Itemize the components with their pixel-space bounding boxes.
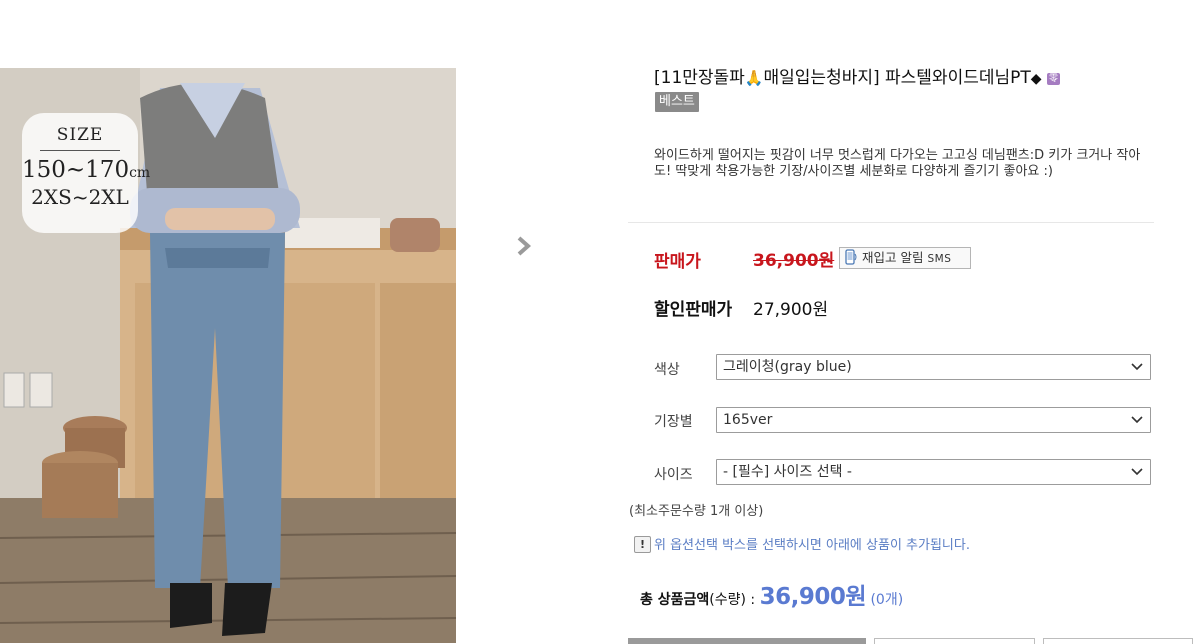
length-select[interactable]: 165ver xyxy=(716,407,1151,433)
size-select-value: - [필수] 사이즈 선택 - xyxy=(723,464,852,480)
phone-icon xyxy=(845,249,857,265)
chevron-down-icon xyxy=(1131,363,1143,371)
size-select[interactable]: - [필수] 사이즈 선택 - xyxy=(716,459,1151,485)
total-label: 총 상품금액 xyxy=(640,592,710,608)
length-select-value: 165ver xyxy=(723,412,773,428)
total-amount: 36,900원 xyxy=(759,584,867,610)
zero-tag-icon: 零 xyxy=(1046,73,1060,85)
size-badge-range-unit: cm xyxy=(129,165,151,181)
product-title-part2: 매일입는청바지] 파스텔와이드데님PT xyxy=(763,68,1031,88)
sale-price-label: 할인판매가 xyxy=(654,300,733,320)
size-badge-range: 150~170cm xyxy=(22,157,150,183)
color-option-label: 색상 xyxy=(654,362,680,378)
total-count: (0개) xyxy=(870,592,904,608)
min-order-text: (최소주문수량 1개 이상) xyxy=(629,504,764,519)
original-price: 36,900원 xyxy=(753,251,835,271)
restock-alert-button[interactable]: 재입고 알림 SMS xyxy=(839,247,971,269)
size-badge-divider xyxy=(40,150,120,151)
warning-icon: ! xyxy=(634,536,651,553)
option-notice-text: 위 옵션선택 박스를 선택하시면 아래에 상품이 추가됩니다. xyxy=(654,538,970,553)
wishlist-button[interactable] xyxy=(1043,638,1193,644)
size-option-label: 사이즈 xyxy=(654,467,693,483)
size-badge-title: SIZE xyxy=(56,125,104,145)
restock-sms: SMS xyxy=(927,253,952,265)
color-select-value: 그레이청(gray blue) xyxy=(723,359,852,375)
best-badge: 베스트 xyxy=(655,92,699,112)
product-summary: 와이드하게 떨어지는 핏감이 너무 멋스럽게 다가오는 고고싱 데님팬츠:D 키… xyxy=(654,148,1141,179)
sale-price: 27,900원 xyxy=(753,300,829,320)
option-notice: ! 위 옵션선택 박스를 선택하시면 아래에 상품이 추가됩니다. xyxy=(634,534,970,553)
size-badge-sizes: 2XS~2XL xyxy=(31,185,129,209)
total-price: 총 상품금액(수량) : 36,900원 (0개) xyxy=(640,577,903,611)
product-image[interactable]: SIZE 150~170cm 2XS~2XL xyxy=(0,68,456,643)
diamond-icon: ◆ xyxy=(1030,71,1042,87)
pray-emoji-icon: 🙏 xyxy=(744,69,764,87)
restock-label: 재입고 알림 xyxy=(862,250,924,265)
chevron-down-icon xyxy=(1131,416,1143,424)
length-option-label: 기장별 xyxy=(654,414,693,430)
color-select[interactable]: 그레이청(gray blue) xyxy=(716,354,1151,380)
product-title-part1: [11만장돌파 xyxy=(654,68,745,88)
add-to-cart-button[interactable] xyxy=(874,638,1035,644)
product-title: [11만장돌파🙏매일입는청바지] 파스텔와이드데님PT◆ 零 xyxy=(654,66,1154,91)
size-badge: SIZE 150~170cm 2XS~2XL xyxy=(22,113,150,233)
size-badge-range-value: 150~170 xyxy=(22,157,130,183)
next-image-button[interactable] xyxy=(515,234,537,258)
total-qty-label: (수량) : xyxy=(709,592,756,608)
section-divider xyxy=(628,222,1154,223)
buy-now-button[interactable] xyxy=(628,638,866,644)
price-label: 판매가 xyxy=(654,252,701,272)
chevron-right-icon xyxy=(517,236,532,256)
chevron-down-icon xyxy=(1131,468,1143,476)
